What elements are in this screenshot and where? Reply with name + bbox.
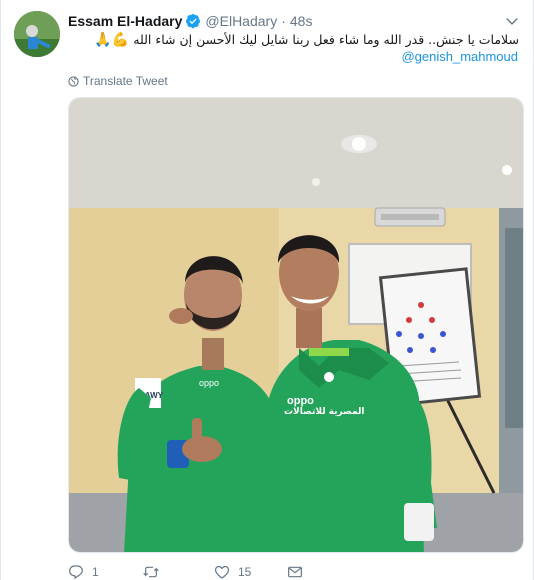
mention-link[interactable]: @genish_mahmoud	[401, 49, 518, 64]
sponsor-left: oppo	[199, 378, 219, 388]
flexed-biceps-emoji: 💪	[111, 32, 130, 48]
reply-icon	[69, 565, 83, 580]
direct-message-button[interactable]	[287, 564, 303, 580]
avatar[interactable]	[14, 11, 60, 57]
verified-badge-icon	[186, 14, 201, 29]
reply-count: 1	[92, 565, 99, 579]
tweet-text: سلامات يا جنش.. قدر الله وما شاء فعل ربن…	[79, 30, 519, 50]
translate-tweet-button[interactable]: Translate Tweet	[68, 74, 168, 88]
author-name[interactable]: Essam El-Hadary	[68, 13, 182, 29]
like-button[interactable]: 15	[214, 564, 251, 580]
tweet-photo[interactable]: RAWY oppo oppo المصرية للاتصالات	[68, 97, 524, 553]
heart-icon	[214, 565, 230, 579]
envelope-icon	[288, 566, 302, 578]
tweet-body: سلامات يا جنش.. قدر الله وما شاء فعل ربن…	[133, 32, 519, 47]
sponsor-right: oppo	[287, 395, 314, 407]
translate-label: Translate Tweet	[83, 74, 168, 88]
tweet-header: Essam El-Hadary @ElHadary · 48s	[68, 12, 312, 30]
reply-button[interactable]: 1	[68, 564, 99, 580]
chevron-down-icon[interactable]	[505, 14, 519, 28]
globe-icon	[68, 75, 79, 87]
separator-dot: ·	[281, 13, 286, 29]
jersey-arabic-text: المصرية للاتصالات	[284, 407, 365, 417]
like-count: 15	[238, 565, 252, 579]
tweet-actions: 1 15	[68, 563, 368, 580]
tweet-card: Essam El-Hadary @ElHadary · 48s سلامات ي…	[0, 0, 534, 580]
author-handle[interactable]: @ElHadary	[205, 13, 277, 29]
tweet-timestamp[interactable]: 48s	[290, 13, 313, 29]
retweet-icon	[143, 566, 159, 578]
avatar-image	[14, 11, 60, 57]
folded-hands-emoji: 🙏	[94, 32, 112, 48]
retweet-button[interactable]	[142, 564, 168, 580]
photo-two-goalkeepers: RAWY oppo oppo المصرية للاتصالات	[69, 98, 523, 552]
